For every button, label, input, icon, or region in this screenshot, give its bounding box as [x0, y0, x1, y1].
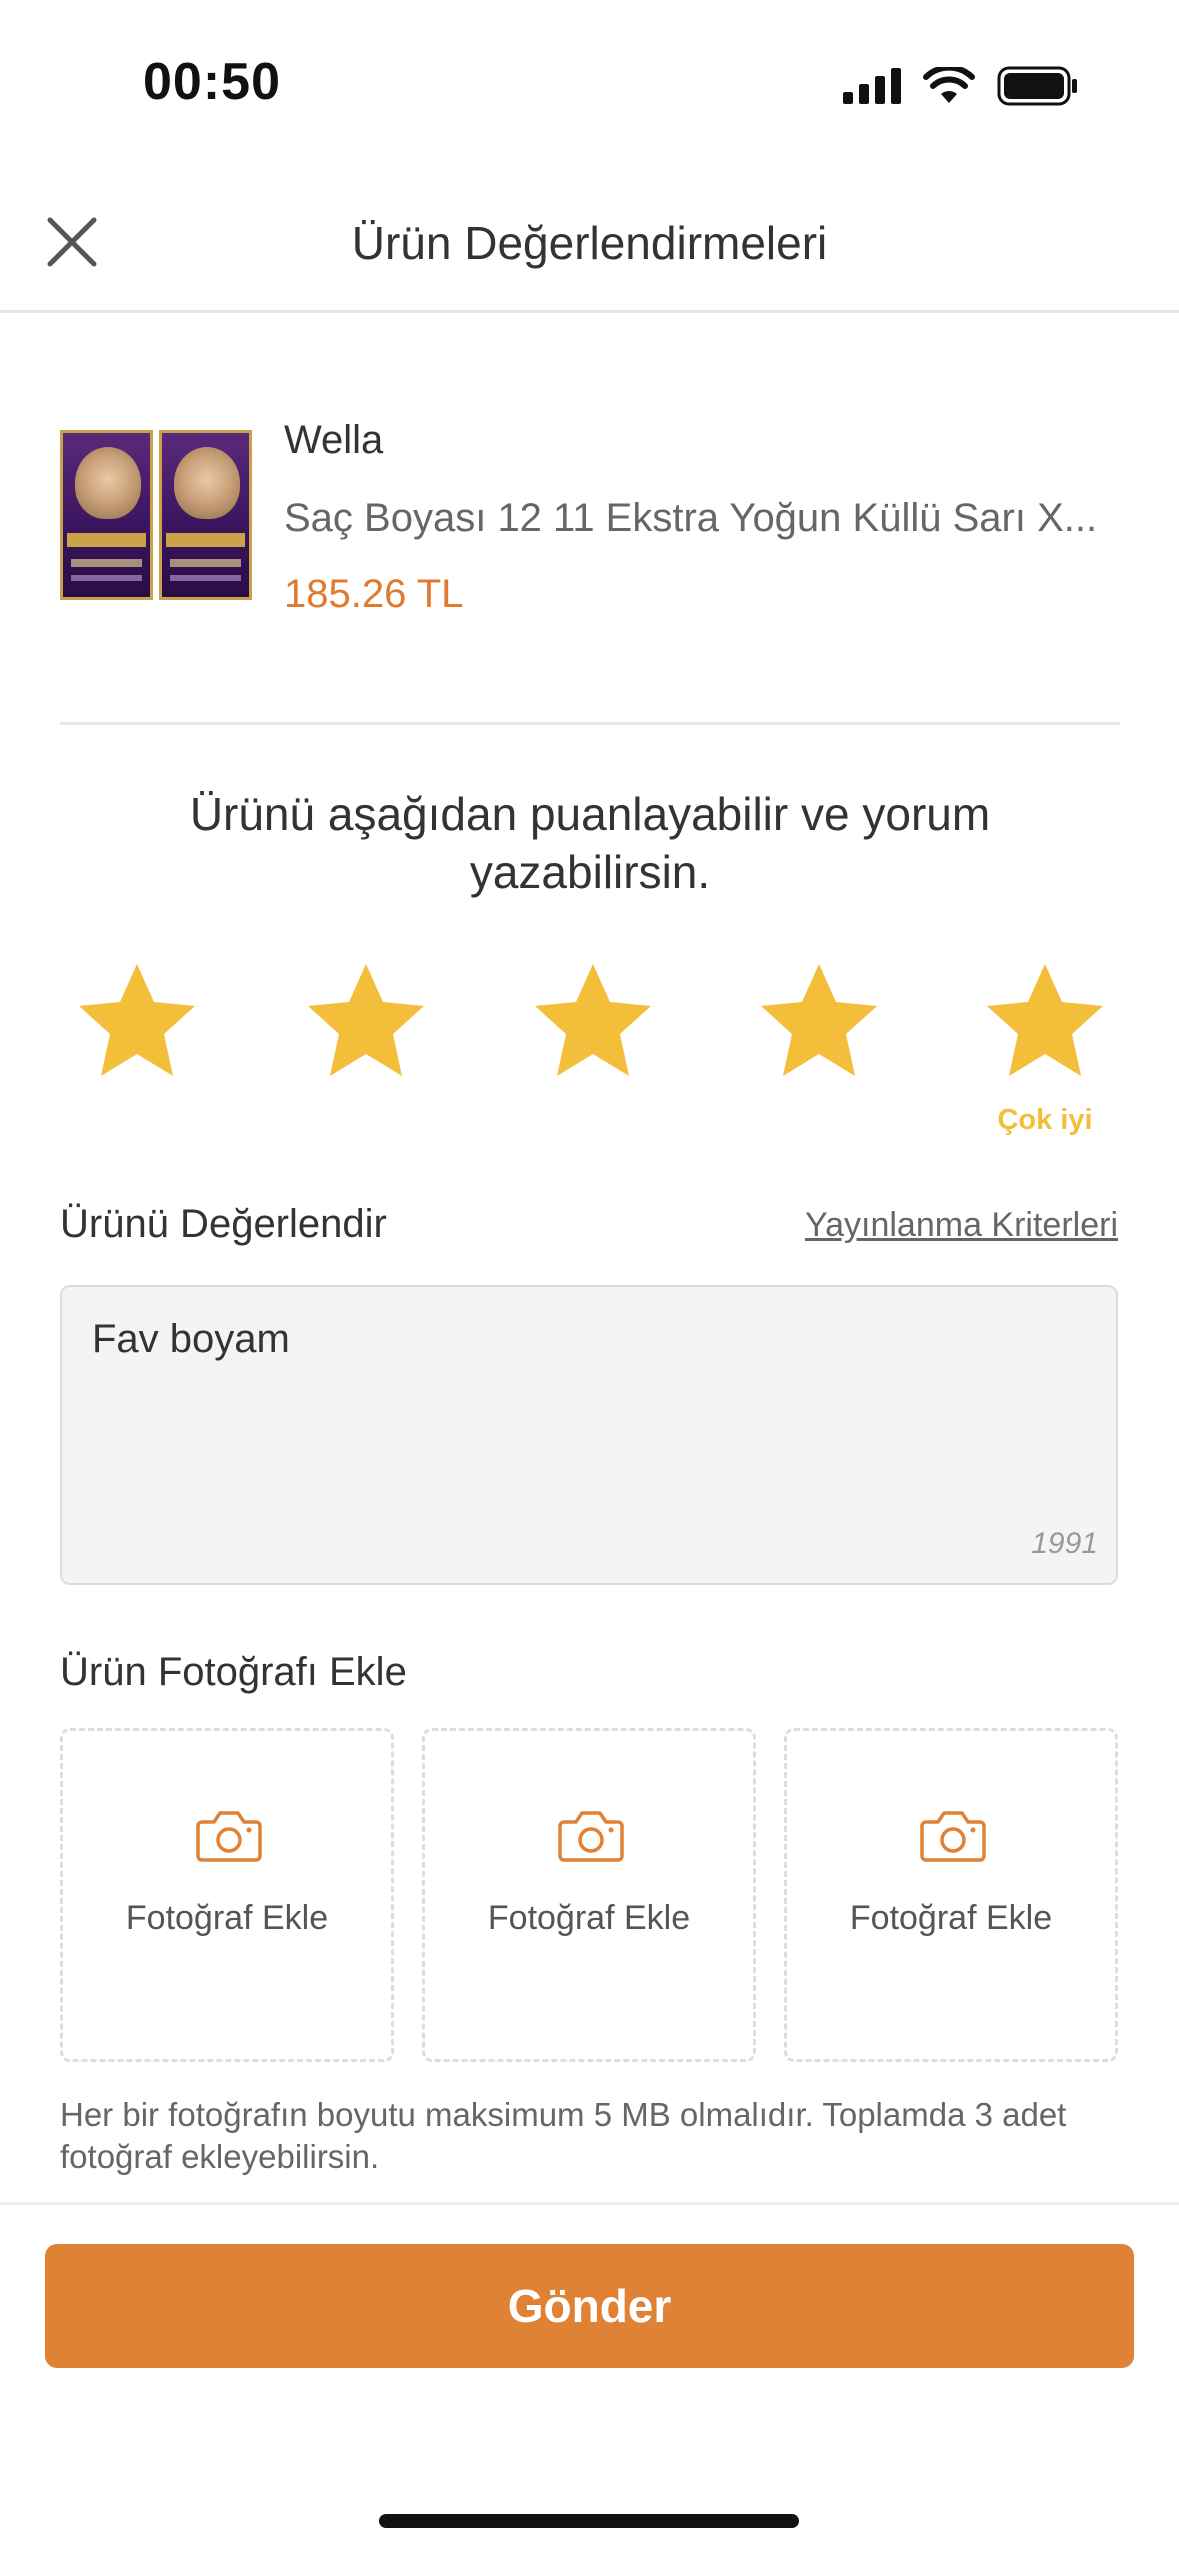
rating-label: Çok iyi	[997, 1104, 1093, 1136]
status-icons	[843, 66, 1079, 106]
review-textarea[interactable]: Fav boyam 1991	[60, 1285, 1118, 1585]
review-text: Fav boyam	[92, 1317, 290, 1361]
add-photo-button-2[interactable]: Fotoğraf Ekle	[422, 1728, 756, 2062]
home-indicator	[379, 2514, 799, 2528]
add-photo-label: Fotoğraf Ekle	[487, 1899, 691, 1937]
product-summary: Wella Saç Boyası 12 11 Ekstra Yoğun Küll…	[60, 400, 1120, 725]
add-photo-button-1[interactable]: Fotoğraf Ekle	[60, 1728, 394, 2062]
photo-section-title: Ürün Fotoğrafı Ekle	[60, 1650, 407, 1694]
star-icon-4[interactable]	[757, 960, 881, 1084]
submit-button[interactable]: Gönder	[45, 2244, 1134, 2368]
product-brand: Wella	[284, 418, 384, 462]
camera-icon	[196, 1811, 262, 1862]
star-icon-5[interactable]	[983, 960, 1107, 1084]
rating-prompt: Ürünü aşağıdan puanlayabilir ve yorum ya…	[189, 788, 991, 898]
wifi-icon	[923, 67, 975, 103]
product-price: 185.26 TL	[284, 572, 464, 616]
star-icon-1[interactable]	[75, 960, 199, 1084]
star-rating	[0, 960, 1179, 1090]
product-name: Saç Boyası 12 11 Ekstra Yoğun Küllü Sarı…	[284, 496, 1098, 540]
status-time: 00:50	[143, 53, 281, 111]
publishing-criteria-link[interactable]: Yayınlanma Kriterleri	[805, 1206, 1118, 1245]
star-icon-3[interactable]	[531, 960, 655, 1084]
status-bar: 00:50	[0, 0, 1179, 170]
add-photo-button-3[interactable]: Fotoğraf Ekle	[784, 1728, 1118, 2062]
header: Ürün Değerlendirmeleri	[0, 190, 1179, 313]
character-count: 1991	[1031, 1527, 1098, 1560]
page-title: Ürün Değerlendirmeleri	[351, 217, 828, 269]
review-section-title: Ürünü Değerlendir	[60, 1202, 387, 1246]
divider	[0, 2202, 1179, 2205]
add-photo-label: Fotoğraf Ekle	[849, 1899, 1053, 1937]
cellular-signal-icon	[843, 68, 901, 104]
star-icon-2[interactable]	[304, 960, 428, 1084]
camera-icon	[558, 1811, 624, 1862]
photo-size-note: Her bir fotoğrafın boyutu maksimum 5 MB …	[60, 2096, 1067, 2175]
add-photo-label: Fotoğraf Ekle	[125, 1899, 329, 1937]
product-image	[60, 430, 252, 600]
camera-icon	[920, 1811, 986, 1862]
battery-icon	[997, 66, 1077, 106]
